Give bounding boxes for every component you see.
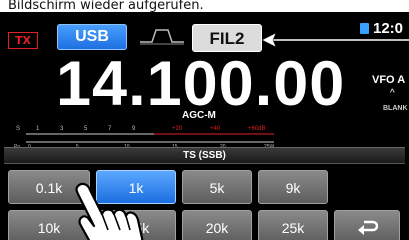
return-arrow-icon: [358, 220, 379, 235]
s-scale-label: +20: [172, 126, 183, 132]
s-scale-label: 1: [36, 126, 40, 132]
s-scale-label: 7: [108, 126, 112, 132]
ts-option-25k[interactable]: 25k: [258, 210, 328, 240]
s-scale-label: 9: [132, 126, 136, 132]
back-button[interactable]: [334, 210, 400, 240]
pointing-hand-icon: [75, 182, 144, 240]
ts-title-bar: TS (SSB): [4, 147, 405, 164]
s-scale-label: S: [16, 126, 20, 132]
clock: 12:0: [373, 20, 404, 37]
ts-option-9k[interactable]: 9k: [258, 170, 328, 204]
s-scale-label: +60dB: [248, 126, 266, 132]
mode-button[interactable]: USB: [57, 24, 127, 50]
s-scale-label: 3: [60, 126, 64, 132]
radio-screen: TX USB FIL2 12:0 14.100.00 VFO A ^ BLANK…: [0, 12, 409, 240]
vfo-indicator: ^: [390, 88, 395, 99]
tx-indicator: TX: [8, 32, 38, 49]
s-meter-scale: S 1 3 5 7 9 +20 +40 +60dB: [16, 126, 274, 135]
vfo-label[interactable]: VFO A: [372, 74, 405, 86]
instruction-caption: Bildschirm wieder aufgerufen.: [0, 0, 409, 12]
ts-option-5k[interactable]: 5k: [182, 170, 252, 204]
s-scale-label: +40: [210, 126, 221, 132]
ts-title: TS (SSB): [183, 150, 226, 161]
sd-card-icon: [360, 23, 369, 34]
ts-option-20k[interactable]: 20k: [182, 210, 252, 240]
blank-label: BLANK: [383, 105, 408, 112]
s-scale-label: 5: [84, 126, 88, 132]
filter-shape-icon: [140, 29, 184, 45]
